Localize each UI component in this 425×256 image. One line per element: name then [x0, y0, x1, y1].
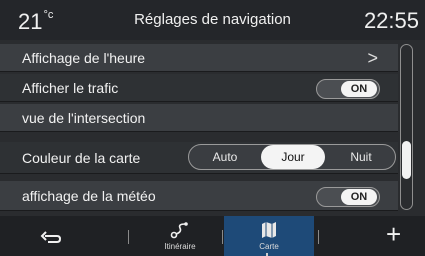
toggle-on-knob: ON	[341, 189, 377, 205]
map-color-selector: Auto Jour Nuit	[188, 144, 396, 170]
back-button[interactable]	[0, 216, 120, 256]
nav-label-carte: Carte	[259, 242, 279, 251]
setting-row-affichage-meteo: affichage de la météo ON	[0, 181, 398, 211]
nav-divider	[318, 230, 319, 244]
setting-row-afficher-trafic: Afficher le trafic ON	[0, 74, 398, 102]
setting-row-couleur-carte: Couleur de la carte Auto Jour Nuit	[0, 142, 398, 174]
map-color-option-auto[interactable]: Auto	[195, 145, 255, 169]
toggle-on-knob: ON	[341, 81, 377, 97]
setting-label: Afficher le trafic	[22, 80, 119, 96]
page-title: Réglages de navigation	[134, 11, 291, 28]
back-arrow-icon	[40, 231, 62, 243]
nav-itineraire[interactable]: Itinéraire	[140, 216, 220, 256]
plus-icon[interactable]: +	[386, 219, 401, 250]
nav-carte[interactable]: Carte	[224, 216, 314, 256]
setting-label: Affichage de l'heure	[22, 50, 146, 66]
map-icon	[262, 222, 276, 238]
chevron-right-icon[interactable]: >	[367, 48, 378, 69]
setting-label: vue de l'intersection	[22, 110, 146, 126]
route-icon	[170, 222, 188, 239]
nav-divider	[222, 230, 223, 244]
setting-label: Couleur de la carte	[22, 150, 141, 166]
map-color-option-nuit[interactable]: Nuit	[331, 145, 391, 169]
setting-row-vue-intersection[interactable]: vue de l'intersection	[0, 104, 398, 132]
map-color-option-jour[interactable]: Jour	[261, 145, 325, 169]
bottom-nav-bar: Itinéraire Carte +	[0, 216, 425, 256]
nav-divider	[128, 230, 129, 244]
nav-label-itineraire: Itinéraire	[164, 242, 196, 251]
weather-toggle[interactable]: ON	[316, 187, 380, 207]
scrollbar[interactable]	[400, 44, 413, 210]
navigation-settings-screen: 21°c Réglages de navigation 22:55 Affich…	[0, 0, 425, 256]
setting-row-affichage-heure[interactable]: Affichage de l'heure >	[0, 44, 398, 72]
clock: 22:55	[363, 8, 419, 33]
setting-label: affichage de la météo	[22, 188, 156, 204]
traffic-toggle[interactable]: ON	[316, 79, 380, 99]
header-bar: 21°c Réglages de navigation 22:55	[0, 0, 425, 40]
scrollbar-thumb[interactable]	[402, 141, 411, 179]
